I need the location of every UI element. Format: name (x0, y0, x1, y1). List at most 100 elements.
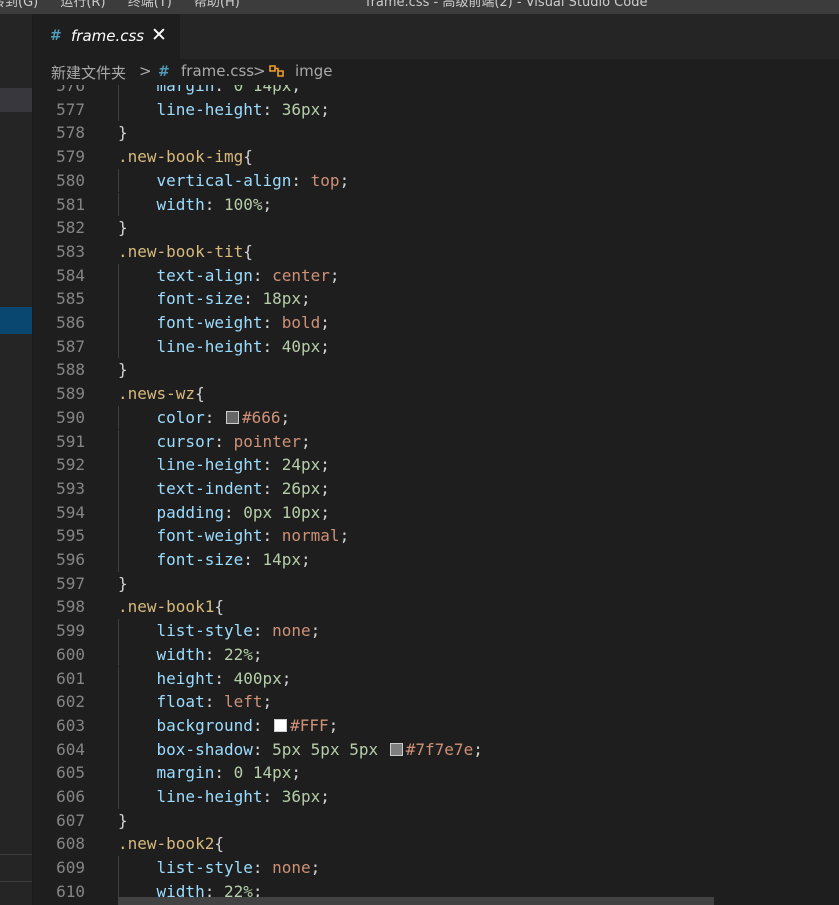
code-line[interactable]: 603 background: #FFF; (33, 714, 839, 738)
code-line[interactable]: 605 margin: 0 14px; (33, 761, 839, 785)
line-number: 585 (56, 289, 85, 309)
code-editor[interactable]: 576 margin: 0 14px; 577 line-height: 36px… (33, 85, 839, 905)
code-text: text-align: center; (156, 265, 340, 285)
code-line[interactable]: 587 line-height: 40px; (33, 335, 839, 359)
indent-guide (118, 642, 119, 667)
code-line[interactable]: 594 padding: 0px 10px; (33, 501, 839, 525)
code-text: .new-book2{ (118, 834, 224, 854)
color-swatch[interactable] (389, 742, 403, 756)
menu-item-goto[interactable]: 转到(G) (0, 0, 38, 10)
sidebar-item-selected-inactive[interactable] (0, 88, 32, 112)
menu-item-run[interactable]: 运行(R) (60, 0, 105, 10)
code-line[interactable]: 582} (33, 216, 839, 240)
indent-guide (118, 619, 119, 643)
indent-guide (118, 168, 119, 193)
line-number: 582 (56, 218, 85, 238)
breadcrumb-folder[interactable]: 新建文件夹 (51, 62, 126, 83)
css-hash-icon: # (50, 28, 62, 44)
code-line[interactable]: 579 .new-book-img{ (33, 145, 839, 169)
chevron-right-icon: > (253, 62, 266, 80)
breadcrumb-file[interactable]: frame.css (181, 62, 254, 80)
code-text: } (118, 218, 128, 238)
code-line[interactable]: 596 font-size: 14px; (33, 548, 839, 572)
code-line[interactable]: 586 font-weight: bold; (33, 311, 839, 335)
indent-guide (118, 405, 119, 430)
indent-guide (118, 287, 119, 311)
close-icon[interactable]: ✕ (151, 24, 167, 46)
code-text: .new-book-img{ (118, 147, 253, 167)
code-text: vertical-align: top; (156, 170, 350, 190)
code-line[interactable]: 602 float: left; (33, 690, 839, 714)
code-text: .new-book-tit{ (118, 241, 253, 261)
code-text: line-height: 40px; (156, 336, 330, 356)
code-line[interactable]: 577 line-height: 36px; (33, 98, 839, 122)
code-text: width: 100%; (156, 194, 273, 214)
code-line[interactable]: 606 line-height: 36px; (33, 785, 839, 809)
code-line[interactable]: 592 line-height: 24px; (33, 453, 839, 477)
line-number: 586 (56, 313, 85, 332)
code-line[interactable]: 583 .new-book-tit{ (33, 240, 839, 264)
code-text: cursor: pointer; (156, 431, 311, 451)
code-line[interactable]: 607} (33, 809, 839, 833)
code-line[interactable]: 609 list-style: none; (33, 856, 839, 880)
code-line[interactable]: 588} (33, 358, 839, 382)
code-line[interactable]: 584 text-align: center; (33, 264, 839, 288)
line-number: 602 (56, 692, 85, 712)
code-text: float: left; (156, 692, 273, 712)
line-number: 580 (56, 170, 85, 190)
code-line[interactable]: 580 vertical-align: top; (33, 169, 839, 193)
code-line[interactable]: 600 width: 22%; (33, 643, 839, 667)
code-line[interactable]: 589 .news-wz{ (33, 382, 839, 406)
code-line[interactable]: 604 box-shadow: 5px 5px 5px #7f7e7e; (33, 738, 839, 762)
code-text: } (118, 123, 128, 143)
horizontal-scrollbar[interactable] (118, 897, 714, 905)
code-line[interactable]: 578} (33, 121, 839, 145)
line-number: 594 (56, 502, 85, 522)
tab-label: frame.css (71, 27, 145, 45)
line-number: 601 (56, 668, 85, 688)
code-line[interactable]: 593 text-indent: 26px; (33, 477, 839, 501)
code-line[interactable]: 599 list-style: none; (33, 619, 839, 643)
code-line[interactable]: 595 font-weight: normal; (33, 524, 839, 548)
code-line[interactable]: 585 font-size: 18px; (33, 287, 839, 311)
code-line[interactable]: 576 margin: 0 14px; (33, 85, 839, 98)
menu-item-terminal[interactable]: 终端(T) (128, 0, 172, 10)
code-line[interactable]: 598 .new-book1{ (33, 595, 839, 619)
code-text: .new-book1{ (118, 597, 224, 617)
line-number: 605 (56, 763, 85, 783)
line-number: 610 (56, 881, 85, 901)
breadcrumb-symbol[interactable]: imge (295, 62, 333, 80)
code-line[interactable]: 590 color: #666; (33, 406, 839, 430)
indent-guide (118, 785, 119, 809)
indent-guide (118, 263, 119, 288)
line-number: 578 (56, 123, 85, 143)
code-line[interactable]: 591 cursor: pointer; (33, 430, 839, 454)
line-number: 588 (56, 360, 85, 380)
menu-bar: 转到(G) 运行(R) 终端(T) 帮助(H) frame.css - 高级前端… (0, 0, 839, 14)
indent-guide (118, 548, 119, 572)
sidebar-divider (0, 881, 32, 882)
code-text: margin: 0 14px; (156, 85, 302, 95)
css-hash-icon: # (158, 64, 170, 80)
color-swatch[interactable] (225, 410, 239, 424)
line-number: 579 (56, 147, 85, 167)
color-swatch[interactable] (274, 718, 288, 732)
menu-item-help[interactable]: 帮助(H) (194, 0, 240, 10)
sidebar-item-selected[interactable] (0, 307, 32, 334)
code-text: line-height: 24px; (156, 455, 330, 475)
code-line[interactable]: 581 width: 100%; (33, 193, 839, 217)
menu-items: 转到(G) 运行(R) 终端(T) 帮助(H) (0, 0, 258, 10)
code-text: color: #666; (156, 407, 291, 427)
code-text: font-size: 14px; (156, 550, 311, 569)
tab-frame-css[interactable]: # frame.css ✕ (33, 14, 181, 59)
code-text: } (118, 573, 128, 593)
line-number: 591 (56, 431, 85, 451)
indent-guide (118, 856, 119, 880)
code-line[interactable]: 597} (33, 572, 839, 596)
line-number: 604 (56, 739, 85, 759)
code-line[interactable]: 608 .new-book2{ (33, 832, 839, 856)
line-number: 597 (56, 573, 85, 593)
indent-guide (118, 97, 119, 122)
code-line[interactable]: 601 height: 400px; (33, 667, 839, 691)
code-text: list-style: none; (156, 858, 321, 878)
